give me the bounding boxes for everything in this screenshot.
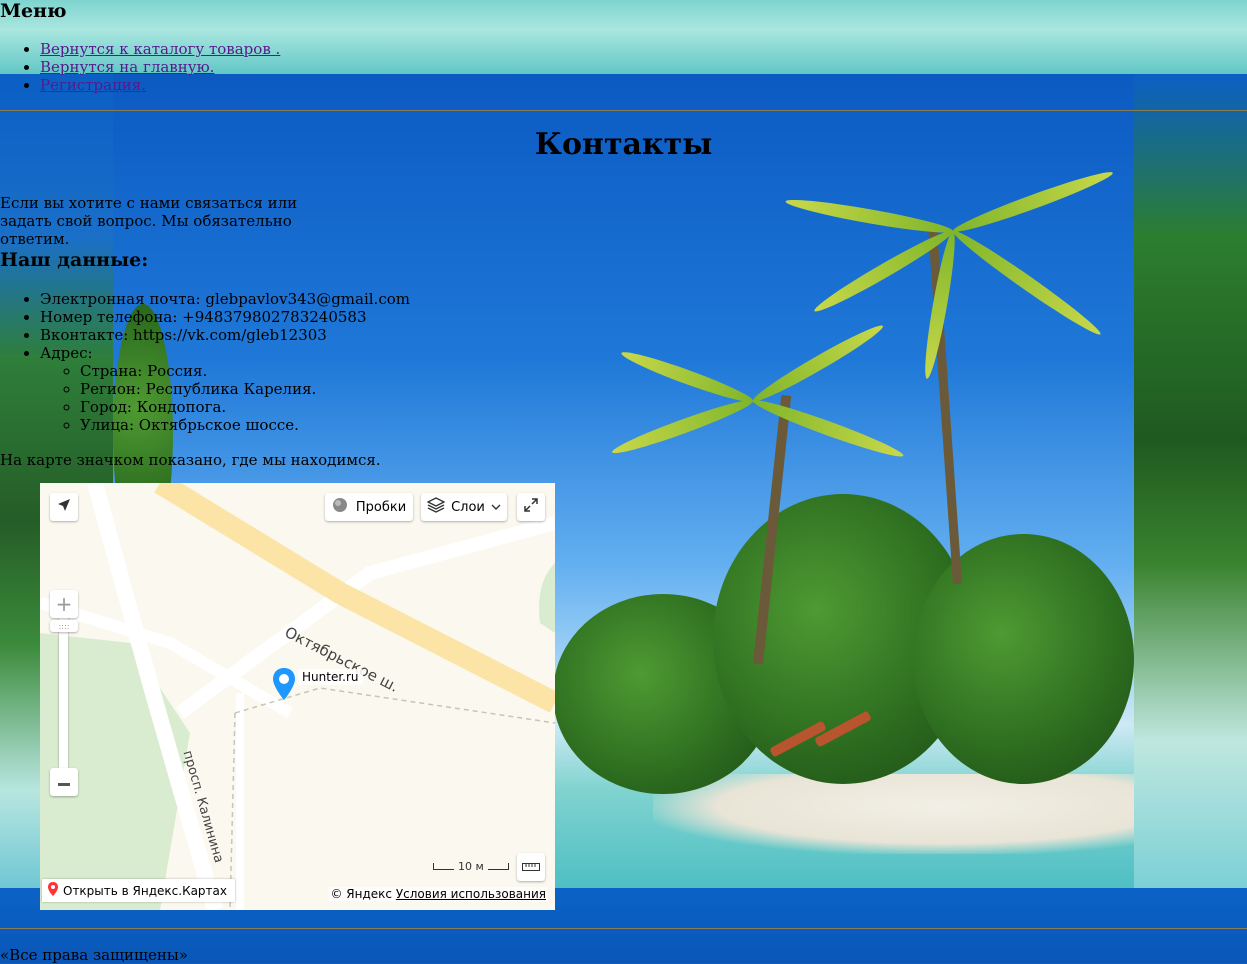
catalog-link[interactable]: Вернутся к каталогу товаров .: [40, 40, 280, 58]
scale-label: 10 м: [458, 860, 484, 873]
address-street: Улица: Октябрьское шоссе.: [80, 416, 410, 434]
map-pin-icon: [48, 882, 58, 899]
home-link[interactable]: Вернутся на главную.: [40, 58, 214, 76]
fullscreen-button[interactable]: [517, 493, 545, 521]
open-in-yandex-maps-link[interactable]: Открыть в Яндекс.Картах: [42, 879, 235, 902]
address-label: Адрес:: [40, 344, 93, 362]
yandex-map[interactable]: Октябрьское ш. просп. Калинина Hunter.ru…: [40, 483, 555, 910]
zoom-slider-handle[interactable]: ::::: [50, 620, 78, 632]
copyright-text: © Яндекс: [330, 887, 392, 901]
traffic-label: Пробки: [355, 499, 407, 515]
address-city: Город: Кондопога.: [80, 398, 410, 416]
zoom-out-button[interactable]: [50, 768, 78, 796]
menu-list: Вернутся к каталогу товаров . Вернутся н…: [0, 40, 280, 94]
contacts-list: Электронная почта: glebpavlov343@gmail.c…: [0, 290, 410, 434]
address-list: Страна: Россия. Регион: Республика Карел…: [40, 362, 410, 434]
footer-copyright: «Все права защищены»: [0, 946, 188, 964]
layers-icon: [426, 497, 446, 517]
map-copyright: © Яндекс Условия использования: [328, 887, 548, 901]
address-region: Регион: Республика Карелия.: [80, 380, 410, 398]
map-scale: 10 м: [433, 860, 509, 873]
email-item: Электронная почта: glebpavlov343@gmail.c…: [40, 290, 410, 308]
map-pin-icon[interactable]: [271, 666, 297, 702]
plus-icon: +: [55, 592, 73, 616]
navigation-arrow-icon: [57, 498, 71, 516]
menu-item: Вернутся к каталогу товаров .: [40, 40, 280, 58]
address-country: Страна: Россия.: [80, 362, 410, 380]
fullscreen-icon: [524, 498, 538, 516]
intro-text: Если вы хотите с нами связаться или зада…: [0, 194, 298, 248]
layers-button[interactable]: Слои: [421, 493, 507, 521]
scale-bar: [433, 863, 454, 870]
registration-link[interactable]: Регистрация.: [40, 76, 146, 94]
traffic-button[interactable]: Пробки: [325, 493, 413, 521]
traffic-icon: [332, 497, 348, 517]
geolocation-button[interactable]: [50, 493, 78, 521]
page-title: Контакты: [534, 127, 713, 162]
menu-item: Вернутся на главную.: [40, 58, 280, 76]
terms-link[interactable]: Условия использования: [396, 887, 546, 901]
contacts-heading: Наш данные:: [0, 249, 149, 271]
layers-label: Слои: [451, 499, 485, 515]
zoom-in-button[interactable]: +: [50, 590, 78, 618]
ruler-button[interactable]: [517, 853, 545, 881]
map-roads: [40, 483, 555, 910]
vk-item: Вконтакте: https://vk.com/gleb12303: [40, 326, 410, 344]
menu-item: Регистрация.: [40, 76, 280, 94]
address-item: Адрес: Страна: Россия. Регион: Республик…: [40, 344, 410, 434]
chevron-down-icon: [491, 500, 501, 515]
pin-label: Hunter.ru: [298, 669, 363, 685]
zoom-slider-track[interactable]: [59, 618, 68, 768]
minus-icon: [58, 775, 70, 790]
map-note: На карте значком показано, где мы находи…: [0, 451, 381, 469]
menu-title: Меню: [0, 0, 67, 22]
phone-item: Номер телефона: +948379802783240583: [40, 308, 410, 326]
park-area: [539, 563, 555, 633]
open-link-label: Открыть в Яндекс.Картах: [63, 883, 227, 898]
scale-bar: [487, 863, 509, 870]
ruler-icon: [522, 860, 540, 875]
